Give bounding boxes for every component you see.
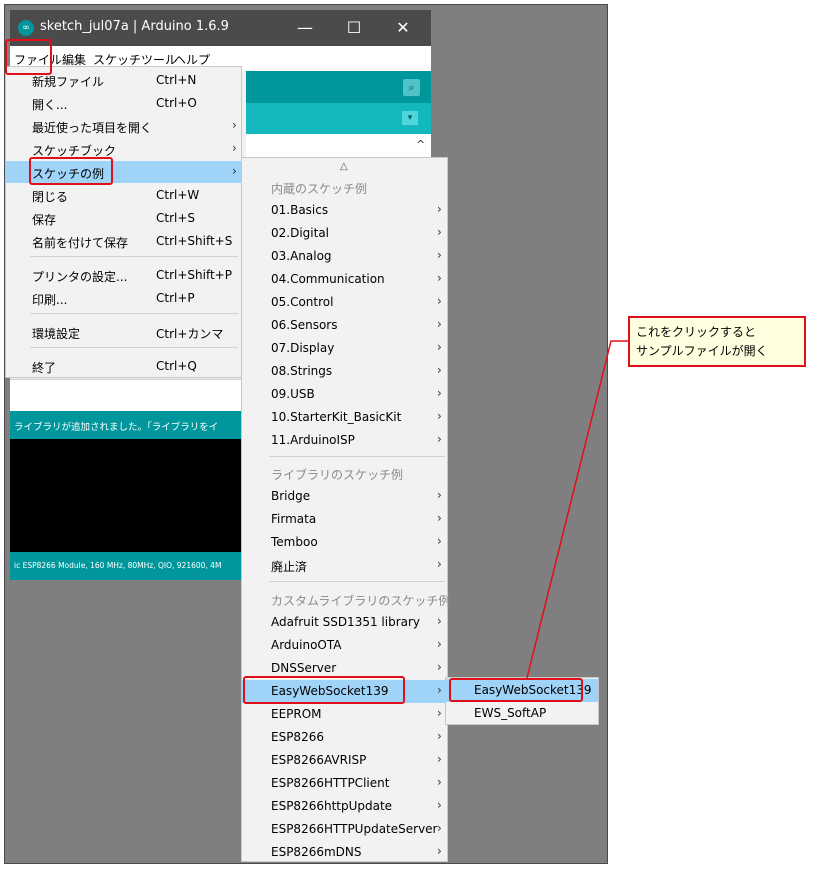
callout-text-line-2: サンプルファイルが開く bbox=[636, 344, 768, 358]
annotation-callout: これをクリックすると サンプルファイルが開く bbox=[628, 316, 806, 367]
annotation-leader-line bbox=[526, 340, 628, 679]
screenshot-stage: ∞ sketch_jul07a | Arduino 1.6.9 — ☐ ✕ ファ… bbox=[0, 0, 813, 871]
callout-text-line-1: これをクリックすると bbox=[636, 325, 757, 339]
